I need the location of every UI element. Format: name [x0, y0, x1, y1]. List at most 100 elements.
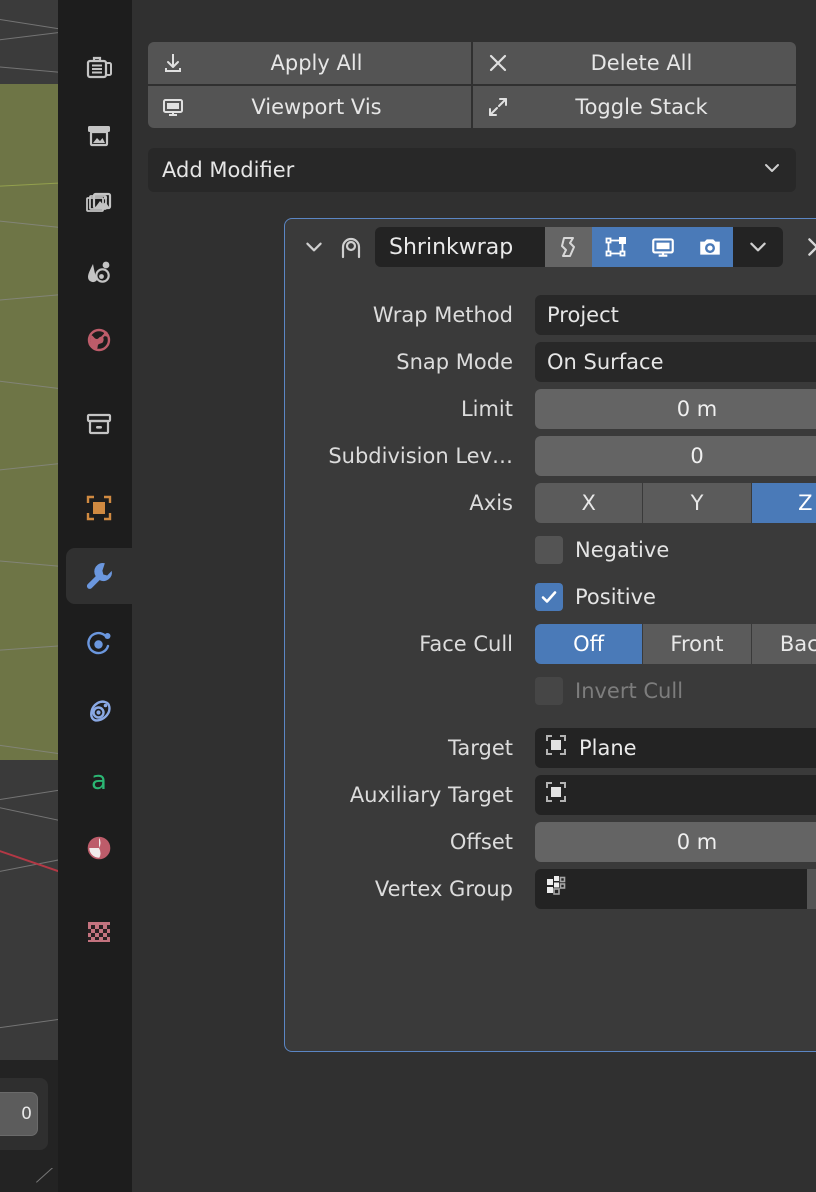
wrap-method-value: Project	[547, 302, 619, 327]
sidebar-item-physics[interactable]	[66, 684, 132, 740]
positive-checkbox-group[interactable]: Positive	[535, 582, 656, 611]
invert-cull-checkbox	[535, 676, 563, 705]
invert-cull-checkbox-group: Invert Cull	[535, 676, 684, 705]
realtime-toggle[interactable]	[639, 227, 686, 267]
target-label: Target	[448, 735, 513, 760]
apply-all-button[interactable]: Apply All	[148, 42, 471, 84]
axis-option-z[interactable]: Z	[751, 482, 816, 523]
invert-cull-label: Invert Cull	[575, 678, 684, 703]
expand-collapse-icon[interactable]	[297, 236, 331, 258]
snap-mode-value: On Surface	[547, 349, 664, 374]
wrap-method-dropdown[interactable]: Project	[535, 294, 816, 335]
sidebar-item-view-layer[interactable]	[66, 244, 132, 300]
face-cull-toggle-group: Off Front Back	[535, 623, 816, 664]
target-object-field[interactable]: Plane	[535, 727, 816, 768]
snap-mode-dropdown[interactable]: On Surface	[535, 341, 816, 382]
sidebar-item-object-data[interactable]: a	[66, 752, 132, 808]
toggle-stack-label: Toggle Stack	[575, 95, 708, 119]
close-icon	[485, 50, 511, 76]
row-negative: Negative	[285, 526, 816, 573]
axis-option-x[interactable]: X	[535, 482, 644, 523]
edit-mode-icon	[560, 237, 575, 257]
remove-modifier-button[interactable]	[791, 227, 816, 267]
3d-viewport-sliver[interactable]: 0	[0, 0, 58, 1192]
wrench-icon	[82, 559, 116, 593]
row-auxiliary-target: Auxiliary Target	[285, 771, 816, 818]
row-target: Target Plane	[285, 724, 816, 771]
face-cull-option-off[interactable]: Off	[535, 623, 644, 664]
chevron-down-icon	[750, 242, 766, 252]
vertex-group-label: Vertex Group	[374, 876, 513, 901]
display-icon	[160, 94, 186, 120]
camera-icon	[699, 239, 720, 255]
particles-icon	[83, 628, 115, 660]
object-icon	[83, 492, 115, 524]
shrinkwrap-icon	[331, 232, 371, 262]
render-icon	[83, 120, 115, 152]
sidebar-item-particles[interactable]	[66, 616, 132, 672]
vertex-group-field[interactable]	[535, 868, 816, 909]
modifier-name-field[interactable]: Shrinkwrap	[375, 227, 545, 267]
row-face-cull: Face Cull Off Front Back	[285, 620, 816, 667]
axis-toggle-group: X Y Z	[535, 482, 816, 523]
row-axis: Axis X Y Z	[285, 479, 816, 526]
row-offset: Offset 0 m	[285, 818, 816, 865]
sidebar-item-tool[interactable]	[66, 40, 132, 96]
on-cage-toggle[interactable]	[592, 227, 639, 267]
texture-icon	[83, 916, 115, 948]
sidebar-item-modifiers[interactable]	[66, 548, 132, 604]
expand-icon	[485, 94, 511, 120]
add-modifier-label: Add Modifier	[162, 158, 295, 182]
display-icon	[651, 238, 674, 257]
row-limit: Limit 0 m	[285, 385, 816, 432]
sidebar-item-texture[interactable]	[66, 904, 132, 960]
modifier-properties: Wrap Method Project Snap Mode On Surface…	[285, 291, 816, 912]
limit-input[interactable]: 0 m	[535, 388, 816, 429]
subdivision-input[interactable]: 0	[535, 435, 816, 476]
viewport-upper-surface	[0, 0, 58, 86]
modifier-extras-dropdown[interactable]	[733, 227, 783, 267]
face-cull-label: Face Cull	[419, 631, 513, 656]
modifier-header: Shrinkwrap	[285, 219, 816, 275]
vertex-group-input[interactable]	[535, 868, 807, 909]
face-cull-option-front[interactable]: Front	[643, 623, 752, 664]
sidebar-item-scene[interactable]	[66, 312, 132, 368]
properties-tab-rail: a	[58, 0, 132, 1192]
viewport-vis-label: Viewport Vis	[251, 95, 382, 119]
add-modifier-dropdown[interactable]: Add Modifier	[148, 148, 796, 192]
sidebar-item-output[interactable]	[66, 176, 132, 232]
toggle-stack-button[interactable]: Toggle Stack	[473, 86, 796, 128]
negative-checkbox[interactable]	[535, 535, 563, 564]
sidebar-item-render[interactable]	[66, 108, 132, 164]
close-icon	[808, 238, 816, 256]
sidebar-item-object[interactable]	[66, 480, 132, 536]
sidebar-item-collection[interactable]	[66, 396, 132, 452]
shrinkwrap-modifier-panel: Shrinkwrap Wrap Method Project Snap Mode…	[284, 218, 816, 1052]
viewport-partial-button[interactable]: 0	[0, 1092, 38, 1136]
download-icon	[160, 50, 186, 76]
offset-label: Offset	[449, 829, 513, 854]
sidebar-item-material[interactable]	[66, 820, 132, 876]
axis-label: Axis	[469, 490, 513, 515]
positive-checkbox[interactable]	[535, 582, 563, 611]
offset-input[interactable]: 0 m	[535, 821, 816, 862]
render-toggle[interactable]	[686, 227, 733, 267]
negative-checkbox-group[interactable]: Negative	[535, 535, 669, 564]
wrap-method-label: Wrap Method	[372, 302, 513, 327]
snap-mode-label: Snap Mode	[396, 349, 513, 374]
axis-option-y[interactable]: Y	[643, 482, 752, 523]
delete-all-button[interactable]: Delete All	[473, 42, 796, 84]
positive-label: Positive	[575, 584, 656, 609]
viewport-resize-corner[interactable]	[34, 1168, 58, 1188]
object-data-icon	[543, 779, 569, 810]
blender-properties-window: 0 a Apply All Delete All Viewport Vis To…	[0, 0, 816, 1192]
face-cull-option-back[interactable]: Back	[751, 623, 816, 664]
tool-icon	[83, 52, 115, 84]
auxiliary-target-label: Auxiliary Target	[349, 782, 513, 807]
modifier-operators: Apply All Delete All Viewport Vis Toggle…	[148, 42, 796, 130]
vertex-group-invert-button[interactable]	[807, 868, 816, 909]
output-icon	[83, 188, 115, 220]
auxiliary-target-field[interactable]	[535, 774, 816, 815]
edit-mode-toggle[interactable]	[545, 227, 592, 267]
viewport-vis-button[interactable]: Viewport Vis	[148, 86, 471, 128]
